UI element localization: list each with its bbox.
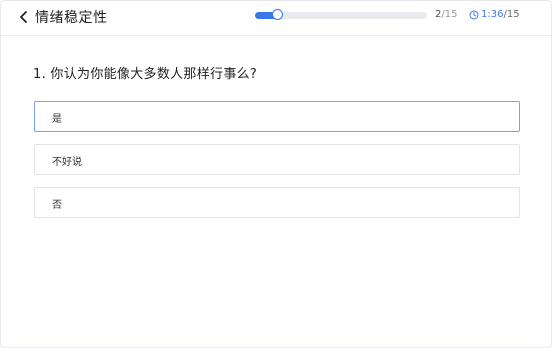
back-button[interactable]: 情绪稳定性 <box>17 6 108 28</box>
option-no[interactable]: 否 <box>34 187 520 218</box>
header-bar: 情绪稳定性 2/15 1:36/15 <box>1 1 551 36</box>
question-text: 1. 你认为你能像大多数人那样行事么? <box>33 67 258 82</box>
clock-icon <box>469 10 479 20</box>
page-title: 情绪稳定性 <box>35 10 108 26</box>
progress-bar <box>255 9 427 20</box>
timer-elapsed: 1:36 <box>481 9 504 20</box>
option-label: 不好说 <box>52 157 82 168</box>
timer: 1:36/15 <box>469 9 520 20</box>
option-yes[interactable]: 是 <box>34 101 520 132</box>
option-unsure[interactable]: 不好说 <box>34 144 520 175</box>
option-label: 否 <box>52 200 62 211</box>
chevron-left-icon <box>17 10 31 24</box>
quiz-window: 情绪稳定性 2/15 1:36/15 1. 你认为你能像大多数人那样行事么? 是… <box>0 0 552 348</box>
progress-knob <box>272 9 283 20</box>
option-label: 是 <box>52 114 62 125</box>
timer-limit: /15 <box>503 9 520 20</box>
question-counter: 2/15 <box>435 9 457 20</box>
counter-total: /15 <box>441 9 458 20</box>
